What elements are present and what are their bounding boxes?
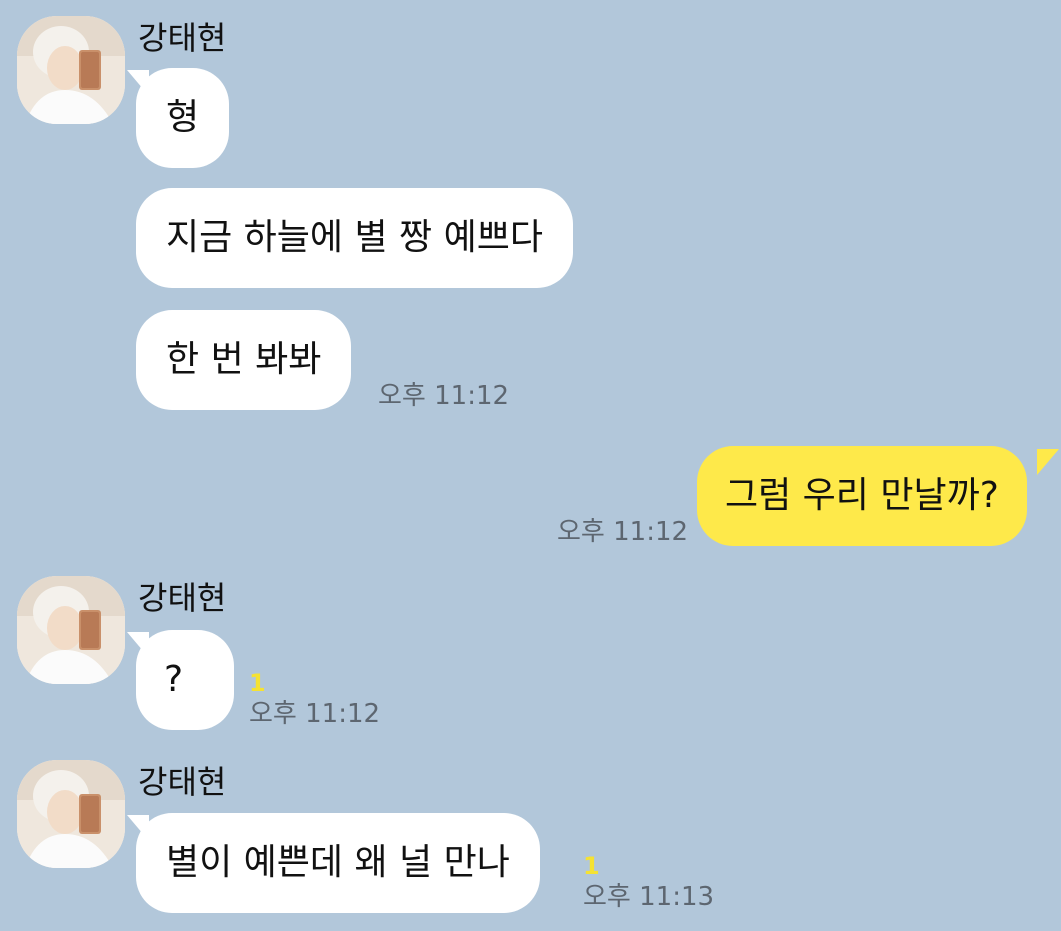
message-timestamp: 오후 11:13 — [583, 882, 715, 912]
message-bubble[interactable]: 별이 예쁜데 왜 널 만나 — [136, 813, 540, 913]
message-timestamp: 오후 11:12 — [557, 517, 689, 547]
sender-name: 강태현 — [138, 579, 227, 617]
sender-name: 강태현 — [138, 19, 227, 57]
message-bubble[interactable]: 지금 하늘에 별 짱 예쁘다 — [136, 188, 573, 288]
message-timestamp: 오후 11:12 — [378, 381, 510, 411]
message-timestamp: 오후 11:12 — [249, 699, 381, 729]
unread-count: 1 — [583, 852, 600, 880]
sender-name: 강태현 — [138, 763, 227, 801]
my-message-bubble[interactable]: 그럼 우리 만날까? — [697, 446, 1027, 546]
unread-count: 1 — [249, 669, 266, 697]
sender-avatar[interactable] — [17, 760, 125, 868]
sender-avatar[interactable] — [17, 16, 125, 124]
message-bubble[interactable]: ? — [136, 630, 234, 730]
sender-avatar[interactable] — [17, 576, 125, 684]
avatar-photo-icon — [17, 760, 125, 868]
bubble-tail — [1037, 449, 1059, 475]
avatar-photo-icon — [17, 16, 125, 124]
message-bubble[interactable]: 한 번 봐봐 — [136, 310, 352, 410]
avatar-photo-icon — [17, 576, 125, 684]
message-bubble[interactable]: 형 — [136, 68, 230, 168]
